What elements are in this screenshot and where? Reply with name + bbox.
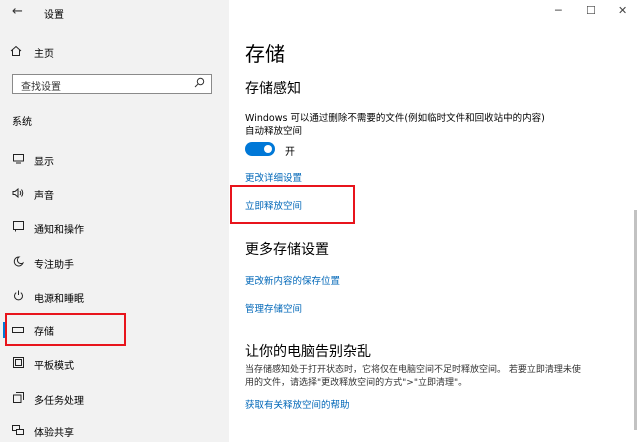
declutter-text-line1: 当存储感知处于打开状态时，它将仅在电脑空间不足时释放空间。 若要立即清理未使 [245, 365, 581, 375]
power-icon [10, 290, 26, 304]
storage-sense-heading: 存储感知 [245, 81, 301, 97]
change-save-location-link[interactable]: 更改新内容的保存位置 [245, 273, 340, 287]
storage-sense-description-line2: 自动释放空间 [245, 126, 303, 137]
sidebar-item-multitasking[interactable]: 多任务处理 [0, 388, 229, 410]
sidebar-item-label: 平板模式 [34, 360, 74, 372]
sidebar-item-label: 主页 [34, 48, 54, 60]
toggle-state-label: 开 [285, 147, 295, 158]
window-title: 设置 [44, 10, 64, 21]
share-icon [10, 424, 26, 438]
close-button[interactable]: ✕ [618, 4, 627, 17]
sidebar-item-home[interactable]: 主页 [10, 44, 54, 60]
declutter-heading: 让你的电脑告别杂乱 [245, 344, 371, 360]
highlight-box-free-up [230, 185, 355, 224]
moon-icon [10, 256, 26, 270]
highlight-box-storage [5, 313, 126, 346]
sidebar-item-label: 通知和操作 [34, 224, 84, 236]
section-label-system: 系统 [12, 117, 32, 128]
main-content: ─ ☐ ✕ 存储 存储感知 Windows 可以通过删除不需要的文件(例如临时文… [229, 0, 640, 442]
sidebar-item-label: 电源和睡眠 [34, 293, 84, 305]
search-input[interactable] [13, 78, 191, 97]
more-storage-heading: 更多存储设置 [245, 242, 329, 258]
toggle-knob [264, 145, 272, 153]
multitask-icon [10, 392, 26, 406]
home-icon [10, 45, 26, 60]
page-title: 存储 [245, 42, 285, 66]
sidebar-item-display[interactable]: 显示 [0, 149, 229, 171]
monitor-icon [10, 153, 26, 167]
declutter-text-line2: 用的文件，请选择"更改释放空间的方式">"立即清理"。 [245, 378, 468, 388]
notification-icon [10, 221, 26, 235]
sidebar-item-label: 声音 [34, 190, 54, 202]
scrollbar[interactable] [634, 210, 637, 430]
back-arrow-icon[interactable]: ← [12, 4, 23, 19]
sidebar-item-notifications[interactable]: 通知和操作 [0, 217, 229, 239]
sidebar-item-focus-assist[interactable]: 专注助手 [0, 252, 229, 274]
sidebar-item-label: 专注助手 [34, 259, 74, 271]
storage-sense-description-line1: Windows 可以通过删除不需要的文件(例如临时文件和回收站中的内容) [245, 113, 545, 124]
search-icon[interactable] [194, 77, 205, 91]
speaker-icon [10, 187, 26, 201]
sidebar-item-label: 显示 [34, 156, 54, 168]
sidebar-item-label: 体验共享 [34, 427, 74, 439]
minimize-button[interactable]: ─ [555, 4, 562, 17]
sidebar-item-sound[interactable]: 声音 [0, 183, 229, 205]
change-details-link[interactable]: 更改详细设置 [245, 170, 302, 184]
storage-sense-toggle[interactable] [245, 142, 275, 156]
tablet-icon [10, 357, 26, 371]
sidebar-item-tablet-mode[interactable]: 平板模式 [0, 353, 229, 375]
sidebar-item-shared-experiences[interactable]: 体验共享 [0, 420, 229, 442]
sidebar-item-power-sleep[interactable]: 电源和睡眠 [0, 286, 229, 308]
sidebar: ← 设置 主页 系统 显示 声音 通知和操作 专注助手 电源和睡眠 存储 [0, 0, 229, 442]
maximize-button[interactable]: ☐ [586, 4, 596, 17]
sidebar-item-label: 多任务处理 [34, 395, 84, 407]
free-space-help-link[interactable]: 获取有关释放空间的帮助 [245, 397, 350, 411]
search-box[interactable] [12, 74, 212, 97]
manage-storage-spaces-link[interactable]: 管理存储空间 [245, 301, 302, 315]
